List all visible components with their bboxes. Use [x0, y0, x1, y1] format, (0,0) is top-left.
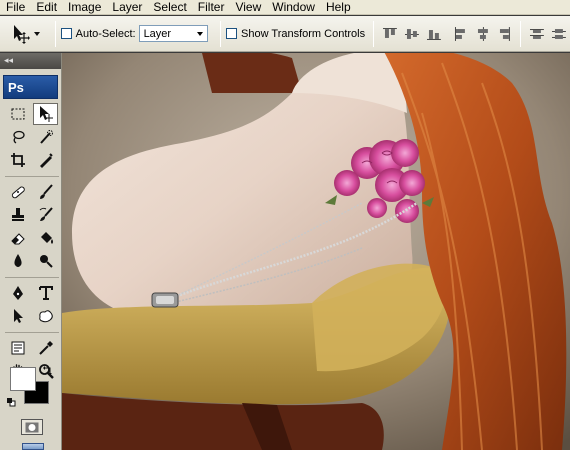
- menu-filter[interactable]: Filter: [192, 0, 230, 15]
- separator: [520, 20, 522, 47]
- clone-stamp-tool-icon: [11, 208, 24, 221]
- notes-tool[interactable]: [5, 337, 30, 359]
- menu-layer[interactable]: Layer: [106, 0, 147, 15]
- dodge-tool-icon: [39, 255, 53, 268]
- show-transform-checkbox[interactable]: [226, 28, 238, 39]
- dropdown-arrow-icon: [34, 31, 40, 36]
- foreground-color-swatch[interactable]: [10, 367, 36, 391]
- menu-view[interactable]: View: [229, 0, 266, 15]
- auto-select-label: Auto-Select:: [75, 27, 136, 40]
- tool-preset-picker[interactable]: [10, 20, 50, 48]
- pen-tool[interactable]: [5, 282, 30, 304]
- default-colors-icon[interactable]: [7, 398, 16, 407]
- swap-colors-icon[interactable]: [42, 366, 52, 376]
- move-tool[interactable]: [33, 103, 58, 125]
- lasso-tool[interactable]: [5, 126, 30, 148]
- lasso-tool-icon: [12, 130, 25, 144]
- quick-selection-tool[interactable]: [33, 126, 58, 148]
- paint-bucket-tool[interactable]: [33, 227, 58, 249]
- distribute-top-edges-icon[interactable]: [529, 26, 545, 42]
- healing-brush-tool-icon: [11, 186, 25, 199]
- align-top-edges-icon[interactable]: [382, 26, 398, 42]
- align-left-edges-icon[interactable]: [453, 26, 469, 42]
- ps-logo-text: Ps: [8, 79, 24, 95]
- auto-select-dropdown[interactable]: Layer: [138, 25, 209, 42]
- tool-separator: [5, 328, 59, 333]
- brush-tool-icon: [39, 184, 53, 199]
- auto-select-value: Layer: [143, 27, 172, 40]
- menu-image[interactable]: Image: [62, 0, 106, 15]
- paint-bucket-tool-icon: [40, 232, 53, 244]
- healing-brush-tool[interactable]: [5, 181, 30, 203]
- align-horizontal-centers-icon[interactable]: [475, 26, 491, 42]
- dodge-tool[interactable]: [33, 250, 58, 272]
- type-tool[interactable]: [33, 282, 58, 304]
- history-brush-tool[interactable]: [33, 204, 58, 226]
- pen-tool-icon: [12, 286, 23, 300]
- collapse-icon[interactable]: ◂◂: [4, 56, 13, 66]
- align-bottom-edges-icon[interactable]: [426, 26, 442, 42]
- tools-panel: ◂◂ Ps: [0, 53, 62, 450]
- custom-shape-tool-icon: [38, 310, 53, 323]
- menu-bar: File Edit Image Layer Select Filter View…: [0, 0, 570, 15]
- chevron-down-icon: [197, 31, 204, 36]
- custom-shape-tool[interactable]: [33, 305, 58, 327]
- document-canvas[interactable]: [62, 53, 570, 450]
- eraser-tool[interactable]: [5, 227, 30, 249]
- history-brush-tool-icon: [39, 207, 53, 221]
- brush-tool[interactable]: [33, 181, 58, 203]
- show-transform-label: Show Transform Controls: [241, 27, 366, 40]
- ps-logo[interactable]: Ps: [3, 75, 58, 99]
- slice-tool[interactable]: [33, 149, 58, 171]
- distribute-vertical-centers-icon[interactable]: [551, 26, 567, 42]
- path-selection-tool[interactable]: [5, 305, 30, 327]
- artwork-image: [62, 53, 570, 450]
- separator: [220, 20, 222, 47]
- menu-edit[interactable]: Edit: [30, 0, 62, 15]
- blur-tool-icon: [13, 254, 22, 267]
- quick-selection-tool-icon: [39, 130, 53, 144]
- zipper-pull: [151, 292, 179, 308]
- quick-mask-button[interactable]: [21, 419, 43, 435]
- align-right-edges-icon[interactable]: [496, 26, 512, 42]
- eyedropper-tool[interactable]: [33, 337, 58, 359]
- type-tool-icon: [38, 286, 53, 300]
- screen-mode-button[interactable]: [22, 443, 44, 450]
- separator: [373, 20, 375, 47]
- crop-tool[interactable]: [5, 149, 30, 171]
- notes-tool-icon: [11, 341, 24, 355]
- marquee-tool-icon: [11, 108, 24, 120]
- quick-mask-icon: [25, 422, 39, 432]
- clone-stamp-tool[interactable]: [5, 204, 30, 226]
- tool-separator: [5, 273, 59, 278]
- options-bar: Auto-Select: Layer Show Transform Contro…: [0, 16, 570, 52]
- crop-tool-icon: [10, 153, 25, 167]
- align-vertical-centers-icon[interactable]: [404, 26, 420, 42]
- blur-tool[interactable]: [5, 250, 30, 272]
- separator: [54, 20, 56, 47]
- move-tool-icon: [39, 106, 53, 122]
- auto-select-checkbox[interactable]: [60, 28, 72, 39]
- tools-panel-header[interactable]: ◂◂: [0, 53, 61, 69]
- menu-window[interactable]: Window: [266, 0, 320, 15]
- chair-back: [202, 53, 302, 93]
- color-swatches: [7, 365, 55, 409]
- eraser-tool-icon: [10, 233, 25, 245]
- marquee-tool[interactable]: [5, 103, 30, 125]
- eyedropper-tool-icon: [38, 341, 53, 355]
- move-tool-icon: [14, 24, 30, 44]
- eyedropper-slice-tool-icon: [39, 153, 53, 168]
- menu-file[interactable]: File: [0, 0, 30, 15]
- menu-select[interactable]: Select: [147, 0, 191, 15]
- path-selection-tool-icon: [13, 309, 23, 323]
- tool-grid: [0, 103, 61, 382]
- menu-help[interactable]: Help: [320, 0, 356, 15]
- tool-separator: [5, 172, 59, 177]
